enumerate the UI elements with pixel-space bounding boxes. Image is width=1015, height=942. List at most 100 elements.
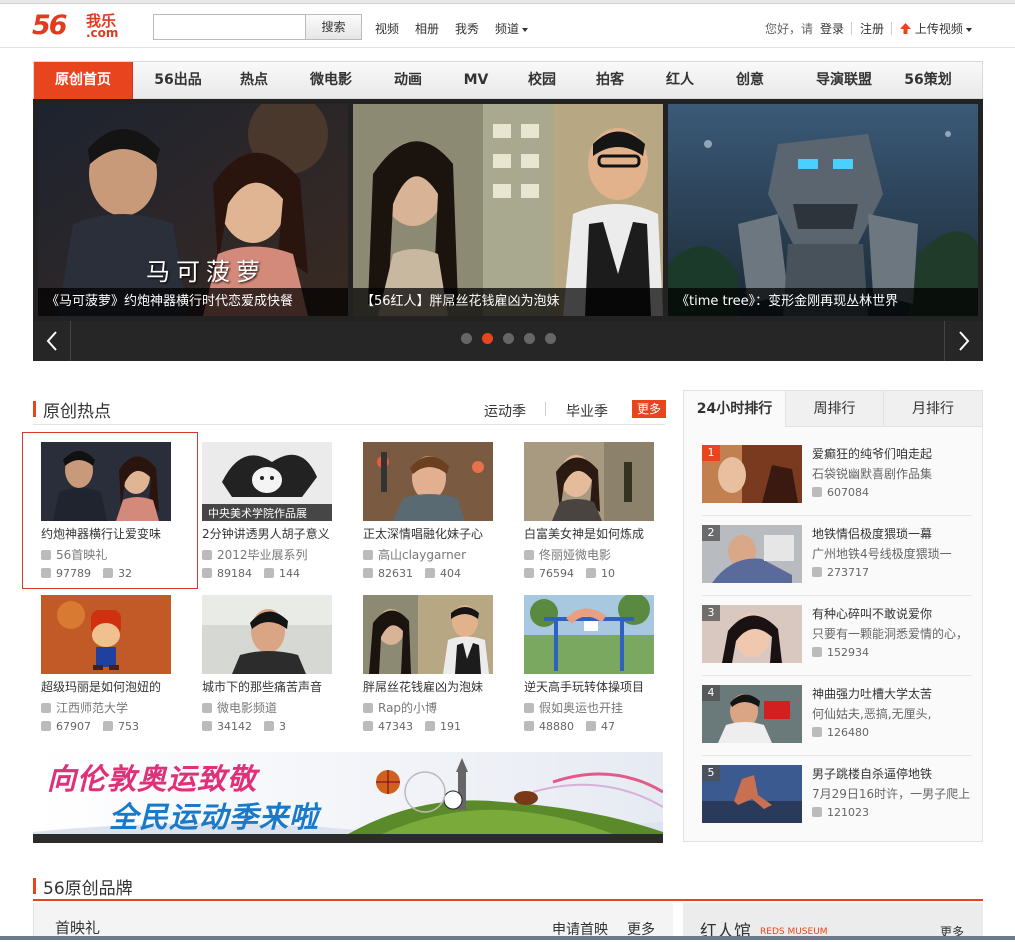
video-title[interactable]: 城市下的那些痛苦声音: [202, 678, 322, 695]
slider-dot-2[interactable]: [482, 333, 493, 344]
play-icon: [524, 721, 534, 731]
slider-dot-5[interactable]: [545, 333, 556, 344]
tab-24h-rank[interactable]: 24小时排行: [684, 391, 786, 427]
video-source[interactable]: 假如奥运也开挂: [524, 699, 623, 716]
video-source[interactable]: 56首映礼: [41, 546, 107, 563]
upload-video-button[interactable]: 上传视频: [900, 20, 972, 37]
video-source[interactable]: 江西师范大学: [41, 699, 128, 716]
slider-next-button[interactable]: [944, 321, 982, 361]
nav-link-show[interactable]: 我秀: [455, 20, 479, 37]
video-title[interactable]: 约炮神器横行让爱变味: [41, 525, 161, 542]
comment-icon: [264, 721, 274, 731]
comment-count: 47: [601, 720, 615, 733]
view-count: 273717: [827, 566, 869, 579]
video-card[interactable]: 白富美女神是如何炼成 佟丽娅微电影 76594 10: [516, 433, 666, 583]
nav-tab-micro-film[interactable]: 微电影: [296, 62, 366, 99]
rank-desc: 7月29日16时许，一男子爬上: [812, 787, 971, 801]
user-icon: [41, 550, 51, 560]
video-thumbnail[interactable]: 中央美术学院作品展: [202, 442, 332, 521]
comment-icon: [425, 721, 435, 731]
nav-tab-mv[interactable]: MV: [448, 62, 504, 99]
rank-item[interactable]: 5 男子跳楼自杀逼停地铁 7月29日16时许，一男子爬上 121023: [702, 765, 972, 837]
banner-line-2: 全民运动季来啦: [109, 800, 320, 834]
nav-tab-hot[interactable]: 热点: [224, 62, 284, 99]
user-icon: [363, 703, 373, 713]
nav-tab-campus[interactable]: 校园: [514, 62, 570, 99]
video-thumbnail[interactable]: [524, 442, 654, 521]
window-bottom-strip: [0, 936, 1015, 940]
slide-1[interactable]: 马可菠萝 《马可菠萝》约炮神器横行时代恋爱成快餐: [38, 104, 348, 316]
search-button[interactable]: 搜索: [306, 14, 362, 40]
slider-prev-button[interactable]: [33, 321, 71, 361]
view-count: 126480: [827, 726, 869, 739]
video-title[interactable]: 白富美女神是如何炼成: [524, 525, 644, 542]
video-title[interactable]: 正太深情唱融化妹子心: [363, 525, 483, 542]
video-thumbnail[interactable]: [202, 595, 332, 674]
video-source[interactable]: 佟丽娅微电影: [524, 546, 611, 563]
video-thumbnail[interactable]: [363, 442, 493, 521]
video-thumbnail[interactable]: [524, 595, 654, 674]
video-thumbnail[interactable]: [41, 442, 171, 521]
nav-link-channel[interactable]: 频道: [495, 20, 529, 37]
nav-tab-paike[interactable]: 拍客: [582, 62, 638, 99]
video-card[interactable]: 超级玛丽是如何泡妞的 江西师范大学 67907 753: [33, 586, 183, 736]
search-input[interactable]: [153, 14, 306, 40]
nav-link-album[interactable]: 相册: [415, 20, 439, 37]
more-button[interactable]: 更多: [632, 400, 666, 418]
video-card[interactable]: 约炮神器横行让爱变味 56首映礼 97789 32: [22, 432, 198, 589]
rank-item[interactable]: 3 有种心碎叫不敢说爱你 只要有一颗能洞悉爱情的心， 152934: [702, 605, 972, 677]
rank-title[interactable]: 男子跳楼自杀逼停地铁: [812, 765, 932, 782]
rank-title[interactable]: 神曲强力吐槽大学太苦: [812, 685, 932, 702]
rank-item[interactable]: 2 地铁情侣极度猥琐一幕 广州地铁4号线极度猥琐一 273717: [702, 525, 972, 597]
nav-tab-celebrity[interactable]: 红人: [652, 62, 708, 99]
video-title[interactable]: 逆天高手玩转体操项目: [524, 678, 644, 695]
video-card[interactable]: 中央美术学院作品展 2分钟讲透男人胡子意义 2012毕业展系列 89184 144: [194, 433, 344, 583]
nav-tab-creative[interactable]: 创意: [722, 62, 778, 99]
video-card[interactable]: 胖屌丝花钱雇凶为泡妹 Rap的小博 47343 191: [355, 586, 505, 736]
rank-title[interactable]: 爱癫狂的纯爷们咱走起: [812, 445, 932, 462]
site-logo[interactable]: 56 我乐 .com: [32, 10, 124, 42]
nav-tab-director-union[interactable]: 导演联盟: [796, 62, 892, 99]
slider-dot-1[interactable]: [461, 333, 472, 344]
tab-month-rank[interactable]: 月排行: [884, 391, 982, 427]
nav-tab-home[interactable]: 原创首页: [34, 62, 133, 99]
video-source[interactable]: 高山claygarner: [363, 546, 466, 563]
play-icon: [812, 647, 822, 657]
video-thumbnail[interactable]: [363, 595, 493, 674]
slide-2[interactable]: 【56红人】胖屌丝花钱雇凶为泡妹: [353, 104, 663, 316]
register-link[interactable]: 注册: [860, 20, 884, 37]
video-thumbnail[interactable]: [41, 595, 171, 674]
video-title[interactable]: 胖屌丝花钱雇凶为泡妹: [363, 678, 483, 695]
rank-title[interactable]: 地铁情侣极度猥琐一幕: [812, 525, 932, 542]
slider-dot-4[interactable]: [524, 333, 535, 344]
rank-item[interactable]: 1 爱癫狂的纯爷们咱走起 石袋锐幽默喜剧作品集 607084: [702, 445, 972, 517]
video-source[interactable]: Rap的小博: [363, 699, 437, 716]
source-name: 江西师范大学: [56, 701, 129, 715]
nav-tab-56-produce[interactable]: 56出品: [144, 62, 212, 99]
section-rule: [33, 899, 983, 901]
video-card[interactable]: 逆天高手玩转体操项目 假如奥运也开挂 48880 47: [516, 586, 666, 736]
rank-title[interactable]: 有种心碎叫不敢说爱你: [812, 605, 932, 622]
nav-tab-animation[interactable]: 动画: [378, 62, 438, 99]
nav-link-video[interactable]: 视频: [375, 20, 399, 37]
video-card[interactable]: 正太深情唱融化妹子心 高山claygarner 82631 404: [355, 433, 505, 583]
video-title[interactable]: 2分钟讲透男人胡子意义: [202, 525, 330, 542]
nav-tab-56-plan[interactable]: 56策划: [896, 62, 960, 99]
tab-graduation-season[interactable]: 毕业季: [566, 401, 608, 421]
slide-3[interactable]: 《time tree》：变形金刚再现丛林世界: [668, 104, 978, 316]
login-link[interactable]: 登录: [820, 20, 844, 37]
rank-item[interactable]: 4 神曲强力吐槽大学太苦 何仙姑夫,恶搞,无厘头, 126480: [702, 685, 972, 757]
slider-dot-3[interactable]: [503, 333, 514, 344]
video-source[interactable]: 微电影频道: [202, 699, 277, 716]
tab-week-rank[interactable]: 周排行: [786, 391, 884, 427]
tab-sports-season[interactable]: 运动季: [484, 401, 526, 421]
user-icon: [363, 550, 373, 560]
video-title[interactable]: 超级玛丽是如何泡妞的: [41, 678, 161, 695]
video-source[interactable]: 2012毕业展系列: [202, 546, 308, 563]
comment-count: 32: [118, 567, 132, 580]
olympics-banner[interactable]: 向伦敦奥运致敬 全民运动季来啦: [33, 752, 663, 843]
view-count: 76594: [539, 567, 574, 580]
video-card[interactable]: 城市下的那些痛苦声音 微电影频道 34142 3: [194, 586, 344, 736]
play-icon: [41, 568, 51, 578]
play-icon: [812, 807, 822, 817]
